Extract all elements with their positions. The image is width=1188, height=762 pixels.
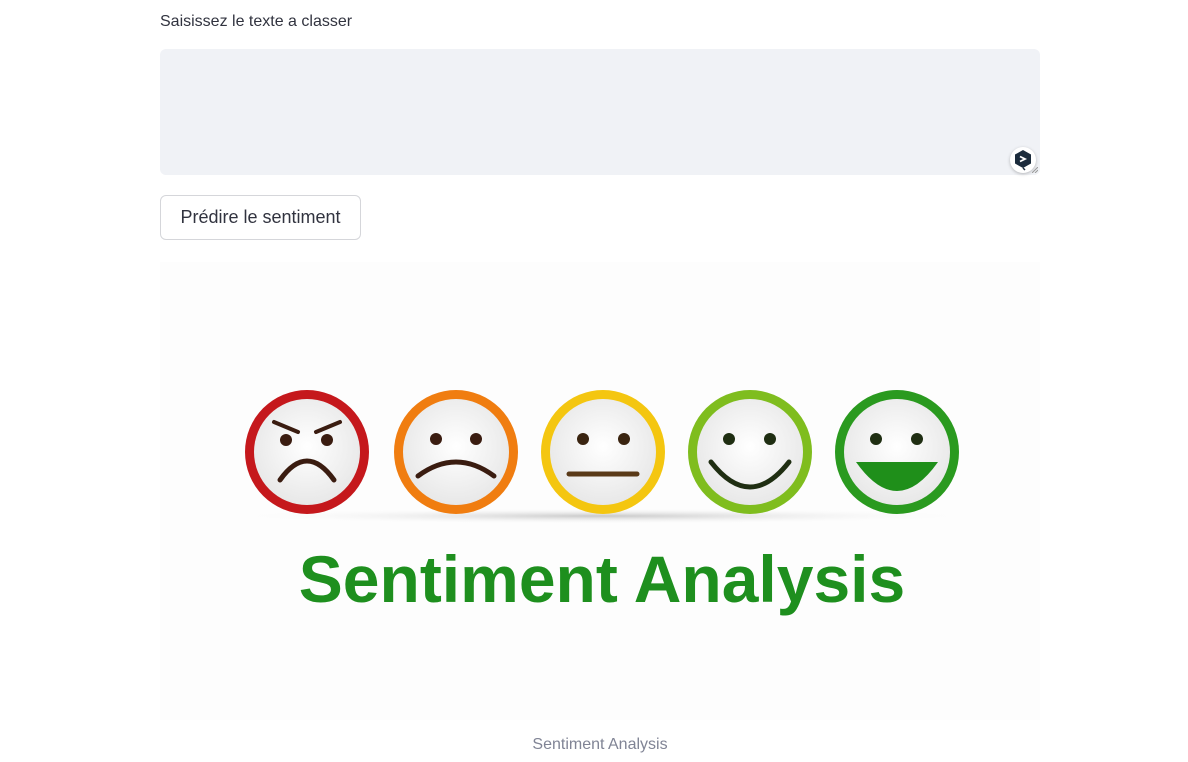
predict-sentiment-button[interactable]: Prédire le sentiment xyxy=(160,195,361,240)
banner-title: Sentiment Analysis xyxy=(299,542,905,616)
text-area-container xyxy=(160,49,1040,175)
image-caption: Sentiment Analysis xyxy=(532,736,668,753)
text-input-label: Saisissez le texte a classer xyxy=(160,13,353,30)
resize-grip-icon[interactable] xyxy=(1032,167,1038,173)
happy-face-icon xyxy=(688,390,812,514)
neutral-face-icon xyxy=(541,390,665,514)
text-input[interactable] xyxy=(160,49,1040,175)
very-happy-face-icon xyxy=(835,390,959,514)
sad-face-icon xyxy=(394,390,518,514)
sentiment-analysis-image: Sentiment Analysis xyxy=(160,262,1040,720)
angry-face-icon xyxy=(245,390,369,514)
